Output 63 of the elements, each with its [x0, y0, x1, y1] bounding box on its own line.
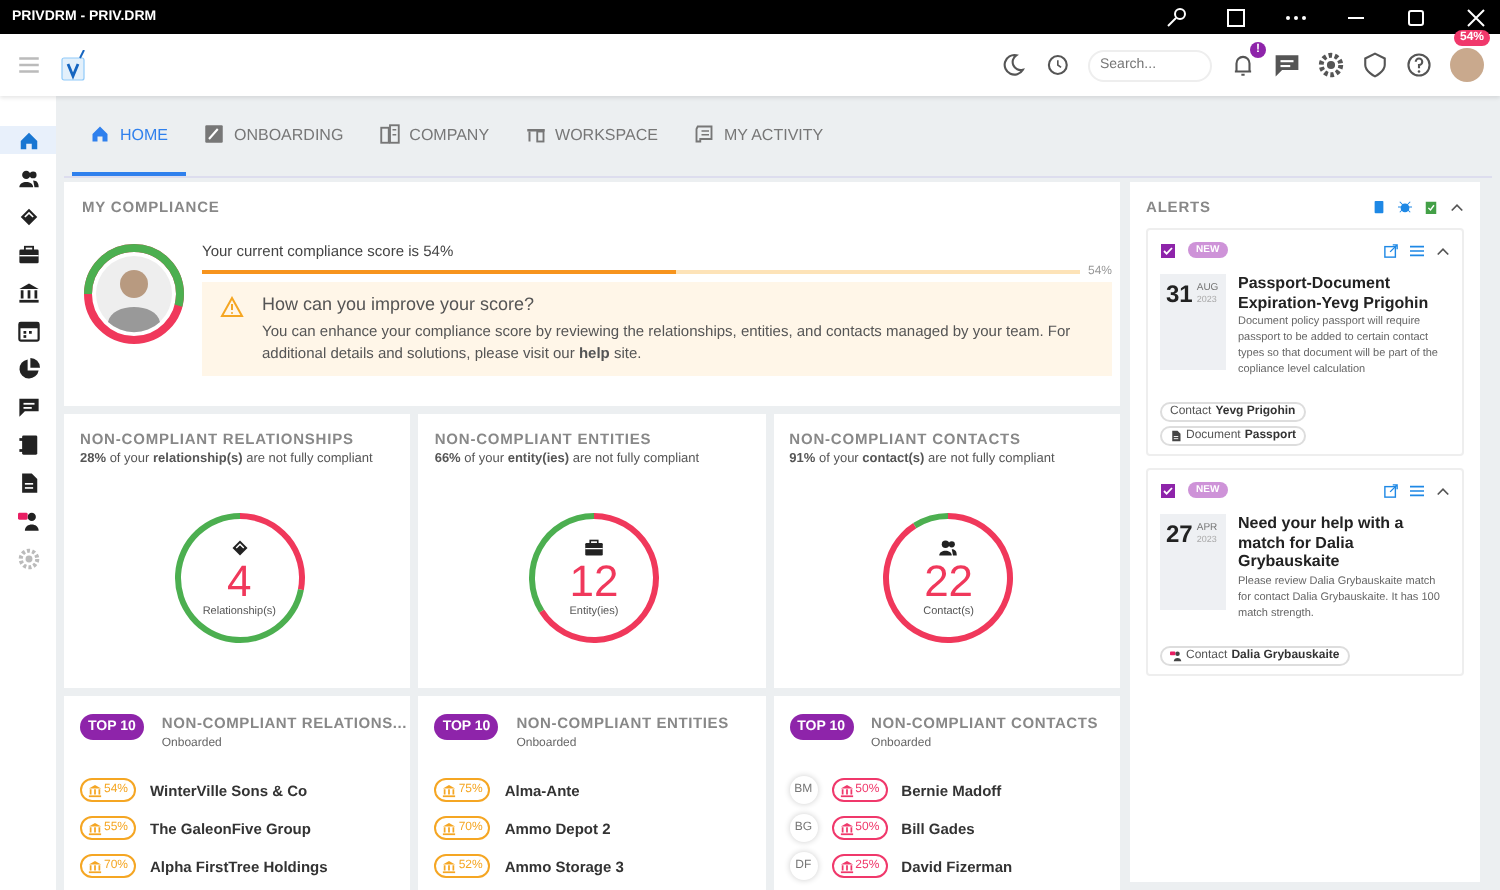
count: 12 [569, 558, 619, 606]
bank-icon [17, 281, 39, 303]
briefcase-icon [583, 538, 604, 558]
tab[interactable]: MY ACTIVITY [675, 96, 842, 176]
open-external-icon[interactable] [1384, 483, 1398, 497]
menu-icon[interactable] [1410, 483, 1424, 497]
tab[interactable]: WORKSPACE [507, 96, 676, 176]
task-filter-icon[interactable] [1424, 200, 1438, 214]
person-card-icon [1170, 649, 1182, 661]
alert-title: Passport-Document Expiration-Yevg Prigohin [1238, 274, 1431, 312]
collapse-icon[interactable] [1436, 485, 1450, 495]
bank-icon [839, 821, 854, 835]
person-card-icon [17, 509, 39, 531]
bank-icon [442, 821, 457, 835]
bank-icon [839, 783, 854, 797]
tip-title: How can you improve your score? [262, 294, 537, 314]
chat-icon[interactable] [1274, 52, 1300, 78]
help-icon[interactable] [1406, 52, 1432, 78]
bug-filter-icon[interactable] [1398, 200, 1412, 214]
open-external-icon[interactable] [1384, 243, 1398, 257]
people-icon [938, 538, 959, 558]
bell-icon[interactable] [1230, 52, 1256, 78]
maximize-icon[interactable] [1404, 5, 1428, 29]
history-icon[interactable] [1044, 52, 1070, 78]
bank-icon [839, 859, 854, 873]
date-day: 27 [1166, 522, 1193, 546]
collapse-icon[interactable] [1450, 202, 1464, 212]
count: 4 [227, 558, 252, 606]
close-icon[interactable] [1464, 5, 1488, 29]
people-icon [17, 167, 39, 189]
briefcase-icon [17, 243, 39, 265]
home-icon [17, 129, 39, 151]
bank-icon [88, 859, 102, 873]
tab[interactable]: ONBOARDING [186, 96, 362, 176]
bank-icon [442, 859, 457, 873]
book-icon [17, 433, 39, 455]
bank-icon [88, 821, 102, 835]
desk-icon [525, 124, 546, 144]
pen-icon [204, 124, 224, 144]
task-icon [1160, 482, 1176, 498]
bank-icon [442, 783, 457, 797]
menu-icon[interactable] [1410, 243, 1424, 257]
count: 22 [924, 558, 974, 606]
bank-icon [88, 783, 102, 797]
settings-icon[interactable] [1318, 52, 1344, 78]
warning-icon [220, 296, 244, 318]
date-day: 31 [1166, 282, 1193, 306]
message-icon [17, 395, 39, 417]
tab[interactable]: COMPANY [361, 96, 508, 176]
alert-title: Need your help with a match for Dalia Grybauskaite [1238, 514, 1406, 571]
home-icon [90, 124, 110, 144]
moon-icon[interactable] [1000, 52, 1026, 78]
avatar-ring [82, 242, 186, 346]
collapse-icon[interactable] [1436, 245, 1450, 255]
task-icon [1160, 242, 1176, 258]
logo-icon [60, 49, 88, 81]
document-icon [1170, 430, 1182, 442]
document-icon [17, 471, 39, 493]
pie-chart-icon [17, 357, 39, 379]
calendar-icon [17, 319, 39, 341]
building-icon [379, 124, 400, 144]
gear-icon [17, 547, 39, 569]
shield-icon[interactable] [1362, 52, 1388, 78]
